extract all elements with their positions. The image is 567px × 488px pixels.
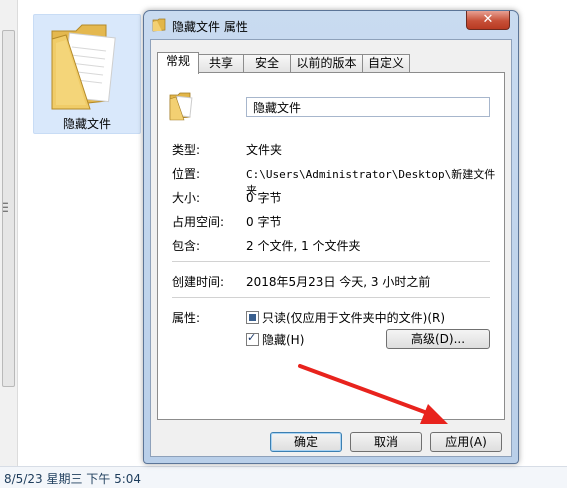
divider	[172, 261, 490, 262]
contains-label: 包含:	[172, 239, 201, 253]
readonly-checkbox[interactable]	[246, 311, 259, 324]
dialog-title: 隐藏文件 属性	[172, 20, 248, 34]
indeterminate-mark	[249, 314, 256, 321]
cancel-button[interactable]: 取消	[350, 432, 422, 452]
attributes-label: 属性:	[172, 311, 201, 325]
folder-icon	[152, 18, 166, 32]
size-label: 大小:	[172, 191, 201, 205]
close-button[interactable]: ✕	[466, 11, 510, 30]
dialog-titlebar[interactable]: 隐藏文件 属性 ✕	[144, 11, 518, 39]
created-value: 2018年5月23日 今天, 3 小时之前	[246, 275, 431, 289]
general-panel: 隐藏文件 类型: 文件夹 位置: C:\Users\Administrator\…	[157, 72, 505, 420]
ok-button[interactable]: 确定	[270, 432, 342, 452]
location-label: 位置:	[172, 167, 201, 181]
created-label: 创建时间:	[172, 275, 225, 289]
scroll-grip-icon: ━ ━ ━	[3, 199, 8, 216]
checkmark-icon: ✓	[247, 331, 257, 344]
type-value: 文件夹	[246, 143, 283, 157]
tab-security[interactable]: 安全	[243, 54, 291, 72]
tab-sharing[interactable]: 共享	[198, 54, 244, 72]
folder-icon	[169, 92, 193, 121]
folder-name-input[interactable]: 隐藏文件	[246, 97, 490, 117]
vertical-scrollbar[interactable]: ━ ━ ━	[0, 0, 18, 466]
location-value: C:\Users\Administrator\Desktop\新建文件夹	[246, 168, 496, 197]
type-label: 类型:	[172, 143, 201, 157]
tab-general[interactable]: 常规	[157, 52, 199, 74]
hidden-checkbox[interactable]: ✓	[246, 331, 259, 346]
disk-size-value: 0 字节	[246, 215, 282, 229]
disk-size-label: 占用空间:	[172, 215, 225, 229]
folder-icon	[51, 24, 116, 110]
tab-customize[interactable]: 自定义	[362, 54, 410, 72]
status-bar: 8/5/23 星期三 下午 5:04	[0, 466, 567, 488]
hidden-label[interactable]: 隐藏(H)	[262, 331, 304, 348]
folder-item-label: 隐藏文件	[62, 117, 111, 131]
tab-previous-versions[interactable]: 以前的版本	[290, 54, 363, 72]
divider	[172, 297, 490, 298]
advanced-button[interactable]: 高级(D)...	[386, 329, 490, 349]
properties-dialog: 隐藏文件 属性 ✕ 常规 共享 安全 以前的版本 自定义 隐藏文件 类型: 文件…	[143, 10, 519, 464]
readonly-label[interactable]: 只读(仅应用于文件夹中的文件)(R)	[262, 309, 445, 326]
apply-button[interactable]: 应用(A)	[430, 432, 502, 452]
dialog-client: 常规 共享 安全 以前的版本 自定义 隐藏文件 类型: 文件夹 位置: C:\U…	[150, 39, 512, 457]
contains-value: 2 个文件, 1 个文件夹	[246, 239, 361, 253]
status-datetime: 8/5/23 星期三 下午 5:04	[4, 472, 142, 486]
size-value: 0 字节	[246, 191, 282, 205]
close-icon: ✕	[482, 12, 494, 27]
folder-item-hidden[interactable]: 隐藏文件	[33, 14, 141, 134]
